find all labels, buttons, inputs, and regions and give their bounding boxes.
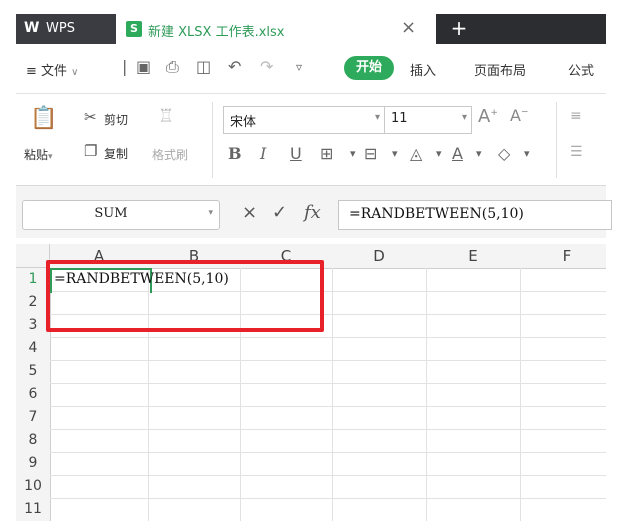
chevron-down-icon: ▾ [461, 112, 467, 123]
formula-value: =RANDBETWEEN(5,10) [349, 206, 524, 222]
format-painter-button[interactable]: 格式刷 [152, 146, 188, 163]
grid-line [520, 268, 521, 521]
align-left-icon[interactable]: ☰ [570, 144, 583, 160]
file-menu[interactable]: ≡ 文件 ∨ [26, 60, 79, 79]
spreadsheet-grid: A B C D E F 1 2 3 4 5 6 7 8 9 10 11 =RAN… [16, 238, 606, 521]
menu-bar: ≡ 文件 ∨ | ▣ ⎙ ◫ ↶ ↷ ▿ 开始 插入 页面布局 公式 [16, 44, 606, 94]
paste-icon[interactable]: 📋 [30, 106, 57, 131]
tab-formula[interactable]: 公式 [568, 60, 594, 79]
font-name-select[interactable]: 宋体 ▾ [223, 106, 385, 134]
grid-line [50, 406, 606, 407]
tab-start[interactable]: 开始 [344, 56, 394, 80]
row-header[interactable]: 7 [16, 406, 51, 430]
grid-line [50, 337, 606, 338]
paste-label: 粘贴 [24, 148, 49, 162]
scissors-icon: ✂ [84, 108, 97, 126]
chevron-down-icon: ▾ [48, 152, 53, 162]
new-tab-button[interactable]: + [446, 16, 472, 42]
font-size-select[interactable]: 11 ▾ [384, 106, 472, 134]
grid-line [50, 452, 606, 453]
grid-line [426, 268, 427, 521]
row-header[interactable]: 6 [16, 383, 51, 407]
highlight-box [46, 260, 324, 332]
eraser-icon[interactable]: ◇ [498, 144, 510, 163]
row-header[interactable]: 4 [16, 337, 51, 361]
document-tab[interactable]: S 新建 XLSX 工作表.xlsx × [116, 14, 436, 44]
chevron-down-icon[interactable]: ▾ [476, 147, 482, 160]
grid-line [50, 360, 606, 361]
column-header[interactable]: E [426, 244, 521, 269]
row-header[interactable]: 10 [16, 475, 51, 499]
title-bar: W WPS S 新建 XLSX 工作表.xlsx × + [16, 14, 606, 44]
divider: | [122, 57, 128, 76]
name-box-value: SUM [94, 206, 128, 221]
chevron-down-icon[interactable]: ▾ [524, 147, 530, 160]
border-icon[interactable]: ⊞ [320, 144, 333, 163]
chevron-down-icon[interactable]: ▾ [392, 147, 398, 160]
grow-font-icon: A [478, 106, 491, 127]
divider [556, 102, 557, 178]
print-icon[interactable]: ⎙ [166, 57, 179, 77]
print-preview-icon[interactable]: ◫ [196, 57, 211, 76]
row-header[interactable]: 5 [16, 360, 51, 384]
shrink-font-icon: A [510, 106, 521, 125]
chevron-down-icon[interactable]: ▾ [436, 147, 442, 160]
close-tab-icon[interactable]: × [401, 17, 416, 38]
redo-icon[interactable]: ↷ [260, 57, 273, 76]
font-color-icon[interactable]: A [452, 144, 463, 163]
cut-button[interactable]: 剪切 [104, 111, 128, 128]
app-tab[interactable]: W WPS [16, 14, 116, 44]
wps-logo-icon: W [24, 20, 40, 36]
chevron-down-icon[interactable]: ▾ [350, 147, 356, 160]
row-header[interactable]: 8 [16, 429, 51, 453]
row-header[interactable]: 9 [16, 452, 51, 476]
grid-line [50, 475, 606, 476]
save-icon[interactable]: ▣ [136, 57, 151, 76]
grid-line [50, 429, 606, 430]
spreadsheet-icon: S [126, 21, 142, 37]
font-size-value: 11 [391, 111, 408, 126]
grid-line [50, 498, 606, 499]
file-menu-label: ≡ 文件 [26, 64, 68, 79]
column-header[interactable]: D [332, 244, 427, 269]
copy-icon: ❐ [84, 142, 98, 160]
divider [212, 102, 213, 178]
customize-dropdown-icon[interactable]: ▿ [296, 60, 302, 74]
fill-style-icon[interactable]: ⊟ [364, 144, 377, 163]
select-all-corner[interactable] [16, 244, 50, 268]
insert-function-icon[interactable]: fx [304, 202, 321, 223]
chevron-down-icon: ▾ [374, 112, 380, 123]
copy-button[interactable]: 复制 [104, 145, 128, 162]
row-header[interactable]: 11 [16, 498, 51, 521]
chevron-down-icon: ∨ [71, 67, 79, 78]
name-box[interactable]: SUM ▾ [22, 200, 220, 230]
confirm-formula-icon[interactable]: ✓ [272, 202, 287, 223]
grid-line [50, 383, 606, 384]
ribbon-toolbar: 📋 粘贴▾ ✂ 剪切 ❐ 复制 ♖ 格式刷 宋体 ▾ 11 ▾ A+ A− B … [16, 94, 606, 186]
tab-page-layout[interactable]: 页面布局 [474, 60, 526, 79]
chevron-down-icon: ▾ [208, 208, 213, 218]
paste-button[interactable]: 粘贴▾ [24, 146, 53, 163]
align-top-icon[interactable]: ≡ [570, 108, 582, 124]
italic-button[interactable]: I [260, 144, 266, 163]
app-name: WPS [46, 21, 75, 36]
cancel-formula-icon[interactable]: × [242, 202, 257, 223]
underline-button[interactable]: U [290, 144, 302, 163]
formula-input[interactable]: =RANDBETWEEN(5,10) [338, 200, 612, 230]
formula-bar: SUM ▾ × ✓ fx =RANDBETWEEN(5,10) [16, 186, 612, 238]
fill-color-icon[interactable]: ◬ [410, 144, 422, 163]
document-title: 新建 XLSX 工作表.xlsx [148, 25, 285, 40]
bold-button[interactable]: B [228, 144, 242, 163]
format-painter-icon: ♖ [158, 106, 175, 127]
font-name-value: 宋体 [230, 115, 257, 130]
undo-icon[interactable]: ↶ [228, 57, 241, 76]
shrink-font-button[interactable]: A− [510, 106, 529, 125]
tab-insert[interactable]: 插入 [410, 60, 436, 79]
grow-font-button[interactable]: A+ [478, 106, 498, 127]
column-header[interactable]: F [520, 244, 606, 269]
grid-line [332, 268, 333, 521]
